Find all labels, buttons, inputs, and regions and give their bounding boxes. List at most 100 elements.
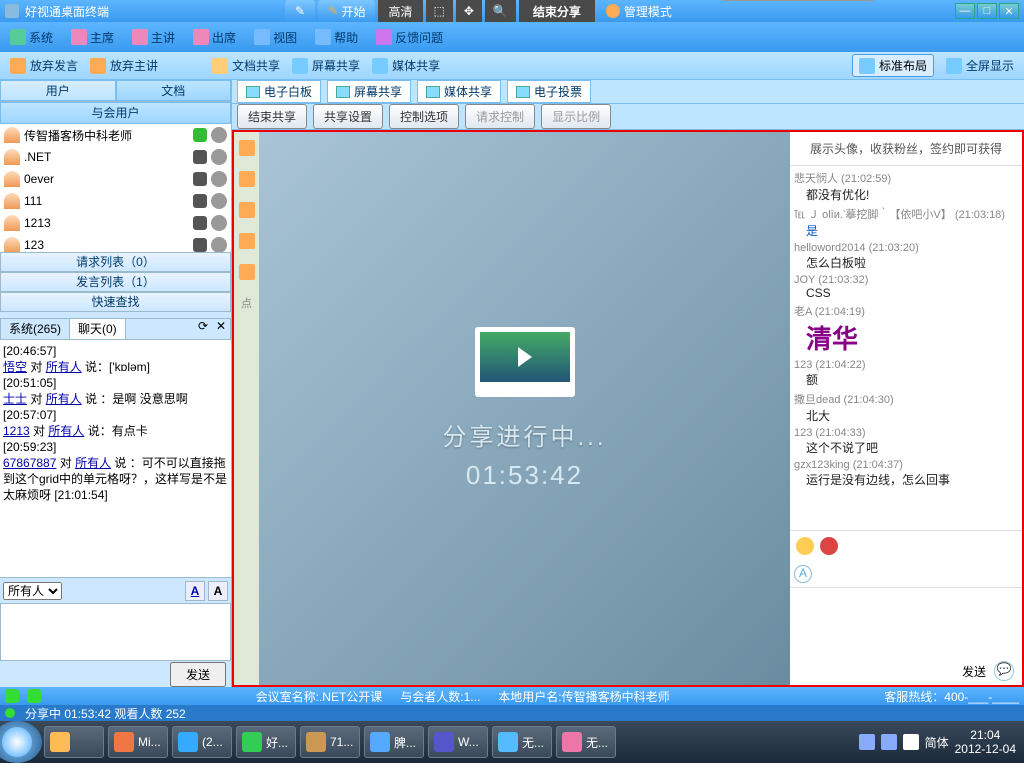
volume-icon[interactable] [903, 734, 919, 750]
user-row[interactable]: 0ever [0, 168, 231, 190]
tool-icon[interactable] [239, 264, 255, 280]
giveup-speak[interactable]: 放弃发言 [10, 57, 78, 74]
mic-icon[interactable] [193, 150, 207, 164]
admin-mode[interactable]: 管理模式 [598, 0, 680, 22]
taskbar-item[interactable]: 71... [300, 726, 360, 758]
user-row[interactable]: 传智播客杨中科老师 [0, 124, 231, 146]
app-icon [498, 732, 518, 752]
toolbar: 放弃发言 放弃主讲 文档共享 屏幕共享 媒体共享 标准布局 全屏显示 [0, 52, 1024, 80]
tab-chat[interactable]: 聊天(0) [70, 319, 126, 339]
chat-bubble-icon[interactable]: 💬 [994, 661, 1014, 681]
ime-mode[interactable]: 简体 [925, 734, 949, 751]
user-row[interactable]: .NET [0, 146, 231, 168]
ime-bar[interactable]: S 中 ☽ •, ⌨ 👤 🔧 [723, 0, 874, 1]
end-share-button[interactable]: 结束分享 [519, 0, 595, 22]
share-setting[interactable]: 共享设置 [313, 104, 383, 129]
status-light-icon [5, 708, 15, 718]
mic-icon[interactable] [193, 238, 207, 252]
tab-doc[interactable]: 文档 [116, 80, 232, 101]
emoji-icon[interactable] [796, 537, 814, 555]
user-row[interactable]: 111 [0, 190, 231, 212]
end-share[interactable]: 结束共享 [237, 104, 307, 129]
cam-icon[interactable] [211, 215, 227, 231]
media-share[interactable]: 媒体共享 [372, 57, 440, 74]
tab-screenshare[interactable]: 屏幕共享 [327, 80, 411, 103]
zoom-icon[interactable]: 🔍 [485, 0, 516, 22]
giveup-host[interactable]: 放弃主讲 [90, 57, 158, 74]
taskbar-item[interactable]: Mi... [108, 726, 168, 758]
menu-speaker[interactable]: 主讲 [132, 29, 175, 46]
tray-icon[interactable] [859, 734, 875, 750]
taskbar-item[interactable]: 无... [556, 726, 616, 758]
font-icon[interactable]: A [794, 565, 812, 583]
tool-icon[interactable] [239, 202, 255, 218]
font-button[interactable]: A [208, 581, 228, 601]
cam-icon[interactable] [211, 127, 227, 143]
app-label: 71... [330, 735, 353, 749]
taskbar-item[interactable]: W... [428, 726, 488, 758]
menu-feedback[interactable]: 反馈问题 [376, 29, 443, 46]
move-icon[interactable]: ✥ [456, 0, 482, 22]
menu-chair[interactable]: 主席 [71, 29, 114, 46]
cam-icon[interactable] [211, 193, 227, 209]
font-color-button[interactable]: A [185, 581, 205, 601]
std-layout[interactable]: 标准布局 [852, 54, 934, 77]
doc-share[interactable]: 文档共享 [212, 57, 280, 74]
cam-icon[interactable] [211, 149, 227, 165]
taskbar-item[interactable]: 好... [236, 726, 296, 758]
start-button[interactable] [0, 721, 42, 763]
taskbar-item[interactable]: (2... [172, 726, 232, 758]
feedback-icon [376, 29, 392, 45]
taskbar-item[interactable]: 无... [492, 726, 552, 758]
quick-search[interactable]: 快速查找 [0, 292, 231, 312]
taskbar-item[interactable]: 脾... [364, 726, 424, 758]
tool-icon[interactable] [239, 140, 255, 156]
mic-icon[interactable] [193, 216, 207, 230]
tab-user[interactable]: 用户 [0, 80, 116, 101]
close-button[interactable]: ✕ [999, 3, 1019, 19]
tab-system[interactable]: 系统(265) [1, 319, 70, 339]
send-button[interactable]: 发送 [170, 662, 226, 687]
menu-attend[interactable]: 出席 [193, 29, 236, 46]
menu-system[interactable]: 系统 [10, 29, 53, 46]
control-option[interactable]: 控制选项 [389, 104, 459, 129]
mic-icon[interactable] [193, 172, 207, 186]
remote-send-button[interactable]: 发送 [962, 663, 986, 680]
request-list[interactable]: 请求列表（0） [0, 252, 231, 272]
user-row[interactable]: 123 [0, 234, 231, 252]
hd-button[interactable]: 高清 [378, 0, 422, 22]
tab-mediashare[interactable]: 媒体共享 [417, 80, 501, 103]
msg-text: 是 [794, 222, 1018, 239]
tab-whiteboard[interactable]: 电子白板 [237, 80, 321, 103]
chat-input[interactable] [0, 603, 231, 661]
menu-view[interactable]: 视图 [254, 29, 297, 46]
crop-icon[interactable]: ⬚ [426, 0, 453, 22]
rose-icon[interactable] [820, 537, 838, 555]
cam-icon[interactable] [211, 171, 227, 187]
tab-vote[interactable]: 电子投票 [507, 80, 591, 103]
target-select[interactable]: 所有人 [3, 582, 62, 600]
tray-icon[interactable] [881, 734, 897, 750]
mic-icon[interactable] [193, 128, 207, 142]
screen-share[interactable]: 屏幕共享 [292, 57, 360, 74]
chat-log: [20:46:57]悟空 对 所有人 说：['kɒləm][20:51:05]士… [0, 340, 231, 577]
user-row[interactable]: 1213 [0, 212, 231, 234]
minimize-button[interactable]: — [955, 3, 975, 19]
taskbar-item[interactable] [44, 726, 104, 758]
gear-icon[interactable]: ✕ [212, 319, 230, 339]
tool-icon[interactable] [239, 171, 255, 187]
tool-icon[interactable] [239, 233, 255, 249]
app-label: 无... [586, 734, 608, 751]
fullscreen[interactable]: 全屏显示 [946, 57, 1014, 74]
mic-icon[interactable] [193, 194, 207, 208]
start-share-tab[interactable]: ✎ 开始 [318, 0, 375, 22]
help-icon [315, 29, 331, 45]
speak-list[interactable]: 发言列表（1） [0, 272, 231, 292]
refresh-icon[interactable]: ⟳ [194, 319, 212, 339]
clock[interactable]: 21:04 2012-12-04 [955, 728, 1016, 756]
maximize-button[interactable]: □ [977, 3, 997, 19]
menu-help[interactable]: 帮助 [315, 29, 358, 46]
remote-chat-input[interactable] [790, 587, 1022, 657]
cam-icon[interactable] [211, 237, 227, 252]
pen-icon[interactable]: ✎ [285, 0, 315, 22]
